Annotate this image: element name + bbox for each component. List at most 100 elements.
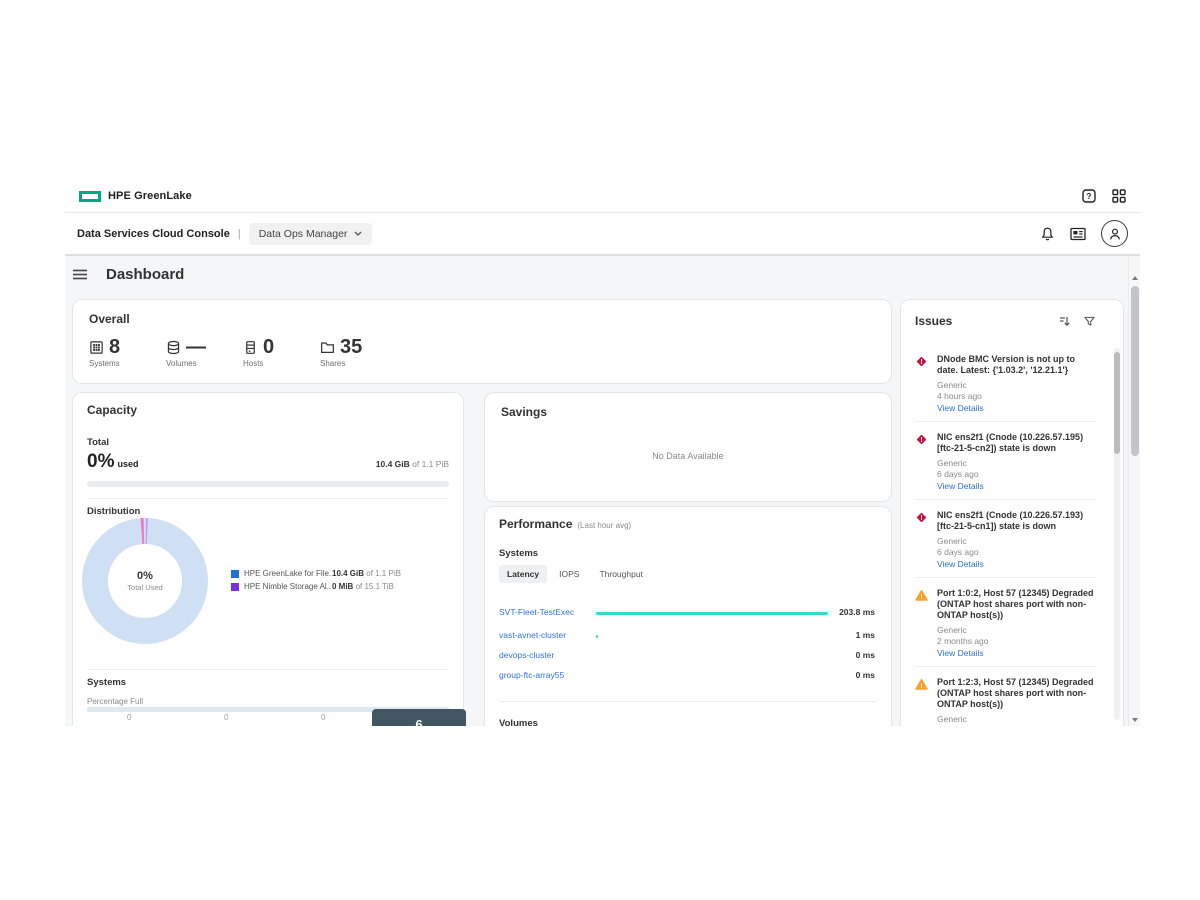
- systems-icon: [89, 340, 104, 355]
- tab-throughput[interactable]: Throughput: [591, 565, 650, 583]
- divider: [499, 701, 877, 702]
- issue-category: Generic: [937, 536, 1097, 547]
- capacity-percent-suffix: used: [117, 459, 138, 469]
- system-link[interactable]: devops-cluster: [499, 650, 554, 660]
- svg-text:!: !: [920, 683, 922, 690]
- stat-hosts[interactable]: 0 Hosts: [243, 337, 320, 368]
- legend-value: 0 MiB of 15.1 TiB: [332, 582, 394, 591]
- legend-label: HPE Nimble Storage Al...: [244, 582, 332, 591]
- notifications-bell-icon[interactable]: [1040, 226, 1055, 242]
- sort-icon[interactable]: [1059, 316, 1070, 327]
- capacity-title: Capacity: [87, 403, 449, 417]
- person-icon: [1108, 227, 1122, 241]
- issue-title: Port 1:2:3, Host 57 (12345) Degraded (ON…: [937, 677, 1097, 710]
- capacity-donut-chart[interactable]: 0% Total Used: [81, 517, 209, 645]
- dashboard-main: Dashboard Overall 8 Systems —: [65, 255, 1140, 726]
- critical-icon: !: [915, 433, 928, 451]
- performance-title: Performance: [499, 517, 572, 531]
- legend-item[interactable]: HPE Nimble Storage Al... 0 MiB of 15.1 T…: [231, 582, 401, 591]
- issue-item: ! NIC ens2f1 (Cnode (10.226.57.195) [ftc…: [915, 422, 1097, 500]
- capacity-usage-value: 10.4 GiB: [376, 459, 410, 469]
- histogram-marker: 0: [224, 713, 228, 722]
- capacity-progress-bar: [87, 481, 449, 487]
- issue-category: Generic: [937, 380, 1097, 391]
- svg-text:!: !: [920, 515, 922, 522]
- issue-title: DNode BMC Version is not up to date. Lat…: [937, 354, 1097, 376]
- divider: [87, 498, 449, 499]
- system-link[interactable]: SVT-Fleet-TestExec: [499, 607, 574, 617]
- system-link[interactable]: group-ftc-array55: [499, 670, 564, 680]
- stat-value: 35: [340, 337, 362, 357]
- issue-title: NIC ens2f1 (Cnode (10.226.57.193) [ftc-2…: [937, 510, 1097, 532]
- app-selector-label: Data Ops Manager: [259, 228, 348, 240]
- scroll-up-arrow-icon[interactable]: [1132, 276, 1138, 280]
- hpe-logo-icon: [79, 191, 101, 202]
- issue-category: Generic: [937, 458, 1097, 469]
- svg-text:!: !: [920, 594, 922, 601]
- filter-icon[interactable]: [1084, 316, 1095, 327]
- issue-item: ! Port 1:0:2, Host 57 (12345) Degraded (…: [915, 578, 1097, 667]
- issues-scrollbar[interactable]: [1114, 348, 1120, 720]
- view-details-link[interactable]: View Details: [937, 647, 1097, 659]
- legend-swatch-purple: [231, 583, 239, 591]
- apps-grid-icon[interactable]: [1112, 189, 1126, 203]
- savings-card: Savings No Data Available: [484, 392, 892, 502]
- system-link[interactable]: vast-avnet-cluster: [499, 630, 566, 640]
- stat-value: —: [186, 337, 206, 357]
- latency-value: 1 ms: [856, 630, 875, 640]
- capacity-total-label: Total: [87, 437, 449, 448]
- donut-center-value: 0%: [137, 570, 153, 582]
- legend-item[interactable]: HPE GreenLake for File... 10.4 GiB of 1.…: [231, 569, 401, 578]
- latency-bar: [596, 612, 828, 615]
- legend-swatch-blue: [231, 570, 239, 578]
- histogram-count-badge[interactable]: 6: [372, 709, 466, 726]
- shares-icon: [320, 340, 335, 355]
- issues-panel: Issues ! DNode BMC Version is not up to …: [900, 299, 1124, 726]
- distribution-legend: HPE GreenLake for File... 10.4 GiB of 1.…: [231, 569, 401, 595]
- top-header: HPE GreenLake ?: [65, 180, 1140, 213]
- capacity-usage-suffix: of 1.1 PiB: [410, 459, 449, 469]
- svg-text:?: ?: [1087, 192, 1092, 201]
- console-title: Data Services Cloud Console: [77, 228, 230, 240]
- scroll-down-arrow-icon[interactable]: [1132, 718, 1138, 722]
- issues-title: Issues: [915, 314, 952, 328]
- tab-latency[interactable]: Latency: [499, 565, 547, 583]
- issue-time: 6 days ago: [937, 547, 1097, 558]
- svg-text:!: !: [920, 437, 922, 444]
- app-selector-dropdown[interactable]: Data Ops Manager: [249, 223, 373, 245]
- capacity-percent: 0%: [87, 451, 114, 473]
- performance-volumes-label: Volumes: [499, 718, 538, 726]
- page-title: Dashboard: [106, 266, 184, 283]
- savings-empty-text: No Data Available: [485, 451, 891, 461]
- performance-row: SVT-Fleet-TestExec 203.8 ms: [485, 605, 891, 621]
- volumes-icon: [166, 340, 181, 355]
- main-scrollbar-thumb[interactable]: [1131, 286, 1139, 456]
- title-separator: |: [238, 228, 241, 240]
- view-details-link[interactable]: View Details: [937, 558, 1097, 570]
- app-window: HPE GreenLake ? Data Services Cloud Cons…: [65, 180, 1140, 726]
- brand[interactable]: HPE GreenLake: [79, 190, 192, 202]
- stat-label: Shares: [320, 359, 397, 368]
- issues-scrollbar-thumb[interactable]: [1114, 352, 1120, 454]
- stat-label: Hosts: [243, 359, 320, 368]
- stat-shares[interactable]: 35 Shares: [320, 337, 397, 368]
- issue-category: Generic: [937, 714, 1097, 725]
- view-details-link[interactable]: View Details: [937, 480, 1097, 492]
- tab-iops[interactable]: IOPS: [551, 565, 587, 583]
- view-details-link[interactable]: View Details: [937, 402, 1097, 414]
- stat-volumes[interactable]: — Volumes: [166, 337, 243, 368]
- announcements-icon[interactable]: [1070, 227, 1086, 241]
- critical-icon: !: [915, 355, 928, 373]
- overall-title: Overall: [89, 312, 875, 326]
- legend-label: HPE GreenLake for File...: [244, 569, 332, 578]
- help-icon[interactable]: ?: [1082, 189, 1096, 203]
- stat-value: 0: [263, 337, 274, 357]
- main-scrollbar[interactable]: [1128, 256, 1140, 726]
- performance-card: Performance (Last hour avg) Systems Late…: [484, 506, 892, 726]
- stat-systems[interactable]: 8 Systems: [89, 337, 166, 368]
- latency-bar: [596, 635, 598, 638]
- user-avatar[interactable]: [1101, 220, 1128, 247]
- capacity-usage: 10.4 GiB of 1.1 PiB: [376, 459, 449, 469]
- savings-title: Savings: [501, 405, 875, 419]
- menu-hamburger-icon[interactable]: [73, 269, 87, 280]
